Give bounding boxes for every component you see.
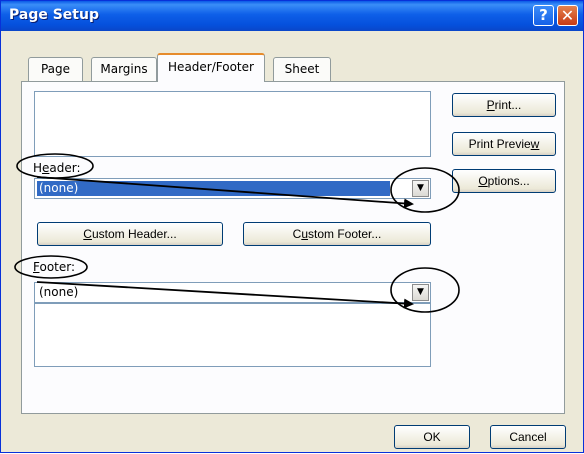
custom-footer-button[interactable]: Custom Footer... (243, 222, 431, 246)
chevron-down-icon[interactable]: ▼ (412, 180, 429, 197)
footer-label: Footer: (33, 260, 76, 274)
header-dropdown[interactable]: (none) ▼ (34, 178, 431, 199)
print-button[interactable]: Print... (452, 93, 556, 117)
print-preview-button[interactable]: Print Preview (452, 132, 556, 156)
title-bar[interactable]: Page Setup ? ✕ (1, 1, 583, 31)
tab-page[interactable]: Page (28, 57, 83, 81)
help-icon[interactable]: ? (533, 5, 554, 26)
footer-dropdown[interactable]: (none) ▼ (34, 282, 431, 303)
tab-header-footer[interactable]: Header/Footer (157, 53, 265, 82)
options-button[interactable]: Options... (452, 169, 556, 193)
header-label: Header: (33, 161, 81, 175)
window-title: Page Setup (9, 7, 99, 23)
tab-sheet[interactable]: Sheet (273, 57, 331, 81)
custom-header-button[interactable]: Custom Header... (37, 222, 223, 246)
ok-button[interactable]: OK (394, 425, 470, 449)
footer-preview (34, 303, 431, 367)
tab-margins[interactable]: Margins (91, 57, 157, 81)
header-dropdown-value: (none) (37, 181, 390, 196)
page-setup-dialog: Page Setup ? ✕ Page Margins Header/Foote… (0, 0, 584, 453)
close-icon[interactable]: ✕ (557, 5, 578, 26)
chevron-down-icon[interactable]: ▼ (412, 284, 429, 301)
cancel-button[interactable]: Cancel (490, 425, 566, 449)
header-preview (34, 91, 431, 157)
footer-dropdown-value: (none) (39, 285, 79, 299)
